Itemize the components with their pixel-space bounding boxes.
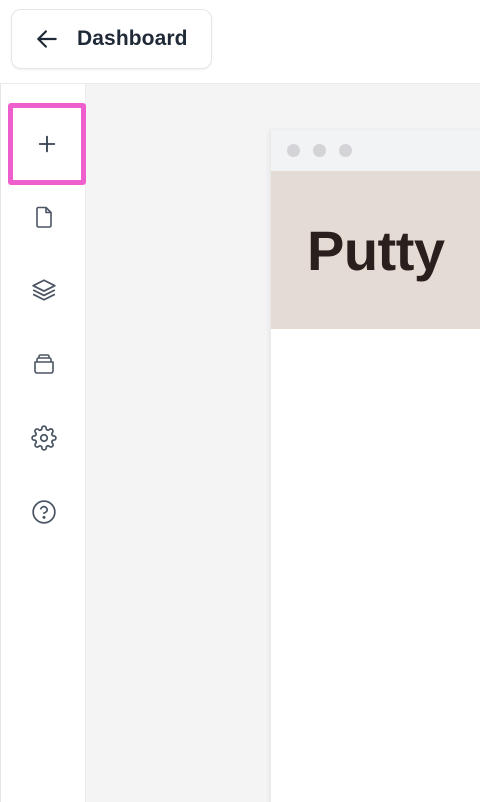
back-button-label: Dashboard [77, 27, 188, 50]
add-element-button[interactable] [8, 103, 86, 185]
preview-window-chrome [271, 130, 480, 171]
back-to-dashboard-button[interactable]: Dashboard [11, 9, 212, 69]
gear-icon [31, 425, 57, 451]
settings-button[interactable] [1, 410, 87, 466]
help-circle-icon [31, 499, 57, 525]
layers-button[interactable] [1, 262, 87, 318]
file-icon [32, 204, 56, 230]
window-dot [339, 144, 352, 157]
assets-button[interactable] [1, 336, 87, 392]
left-sidebar [0, 84, 86, 802]
editor-app: Dashboard Putty [0, 0, 480, 802]
pages-button[interactable] [1, 189, 87, 245]
top-bar: Dashboard [0, 0, 480, 84]
help-button[interactable] [1, 484, 87, 540]
page-preview[interactable]: Putty [271, 130, 480, 802]
archive-icon [31, 352, 57, 376]
hero-title[interactable]: Putty [307, 218, 445, 283]
plus-icon [36, 133, 58, 155]
window-dot [287, 144, 300, 157]
layers-icon [31, 277, 57, 303]
hero-section[interactable]: Putty [271, 171, 480, 329]
window-dot [313, 144, 326, 157]
editor-canvas[interactable]: Putty [86, 84, 480, 802]
arrow-left-icon [34, 26, 60, 52]
